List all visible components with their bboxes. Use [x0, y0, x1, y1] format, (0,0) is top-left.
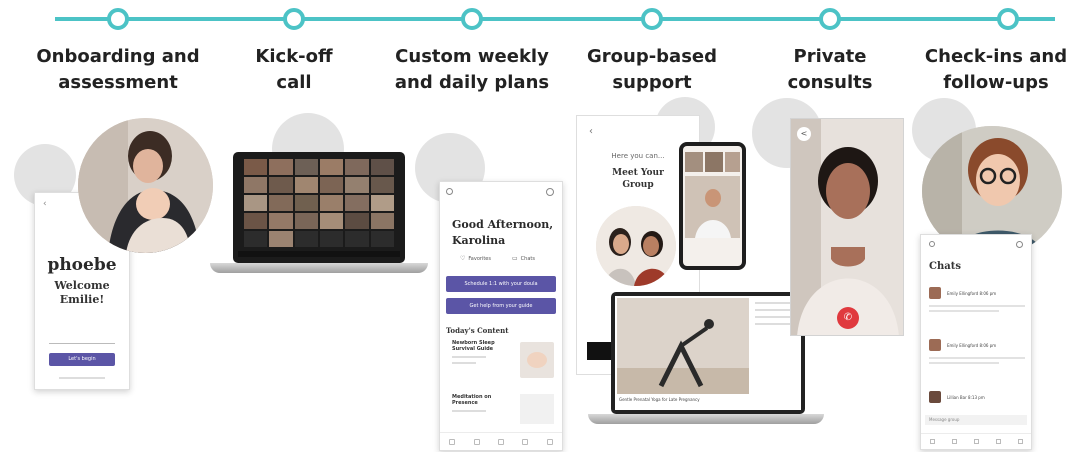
message-input[interactable]: Message group	[925, 415, 1027, 425]
search-icon[interactable]	[546, 188, 554, 196]
home-icon[interactable]	[929, 439, 935, 444]
email-field[interactable]	[49, 343, 115, 344]
baby-thumbnail	[520, 342, 554, 378]
timeline-node-2	[283, 8, 305, 30]
chat-entry[interactable]: Lillian Bar 8:13 pm	[929, 391, 1025, 403]
back-icon[interactable]: ‹	[43, 199, 47, 209]
avatar	[929, 391, 941, 403]
chats-link[interactable]: ▭ Chats	[512, 255, 535, 262]
step-label-checkins: Check-ins and follow-ups	[924, 46, 1068, 93]
laptop-base	[588, 414, 824, 424]
heart-icon: ♡	[460, 255, 466, 262]
search-icon[interactable]	[1016, 241, 1023, 248]
begin-button[interactable]: Let's begin	[49, 353, 115, 366]
yoga-laptop-screen: Gentle Prenatal Yoga for Late Pregnancy	[611, 292, 805, 414]
schedule-doula-button[interactable]: Schedule 1:1 with your doula	[446, 276, 556, 292]
video-main	[685, 176, 740, 238]
favorites-link[interactable]: ♡ Favorites	[460, 255, 491, 262]
chat-icon: ▭	[512, 255, 518, 262]
chats-title: Chats	[929, 261, 961, 272]
user-name: Emilie!	[59, 293, 105, 306]
timeline-node-1	[107, 8, 129, 30]
content-item[interactable]: Newborn Sleep Survival Guide	[452, 340, 512, 364]
step-label-consults: Private consults	[787, 46, 873, 93]
video-thumb	[685, 152, 703, 172]
back-icon[interactable]: ‹	[589, 126, 593, 137]
step-label-group: Group-based support	[586, 46, 718, 93]
section-heading: Today's Content	[446, 326, 509, 335]
timeline-node-6	[997, 8, 1019, 30]
step-label-kickoff: Kick-off call	[255, 46, 333, 93]
video-call-grid	[238, 157, 400, 249]
call-toolbar	[238, 251, 400, 257]
nav-icon[interactable]	[473, 438, 480, 445]
group-video-phone	[679, 142, 746, 270]
nav-icon[interactable]	[522, 438, 529, 445]
bottom-nav	[921, 433, 1031, 449]
step-label-plans: Custom weekly and daily plans	[394, 46, 550, 93]
chat-entry[interactable]: Emily Ellingford 8:06 pm	[929, 339, 1025, 364]
share-icon[interactable]: <	[797, 127, 811, 141]
video-call-laptop-screen	[233, 152, 405, 263]
consult-video-phone: < ✆	[790, 118, 904, 336]
nav-icon[interactable]	[497, 438, 504, 445]
timeline-node-4	[641, 8, 663, 30]
chats-phone: Chats Emily Ellingford 8:06 pm Emily Ell…	[920, 234, 1032, 450]
greeting-text: Good Afternoon,	[452, 218, 554, 231]
home-icon[interactable]	[449, 438, 456, 445]
video-caption: Gentle Prenatal Yoga for Late Pregnancy	[619, 397, 700, 402]
video-thumb	[705, 152, 723, 172]
guide-help-button[interactable]: Get help from your guide	[446, 298, 556, 314]
video-thumb	[725, 152, 740, 172]
mother-baby-photo	[78, 118, 213, 253]
timeline-line	[55, 17, 1055, 21]
end-call-button[interactable]: ✆	[837, 307, 859, 329]
nav-icon[interactable]	[951, 439, 957, 444]
profile-icon[interactable]	[446, 188, 453, 195]
welcome-text: Welcome	[54, 279, 110, 292]
bottom-nav	[440, 432, 562, 450]
avatar	[929, 339, 941, 351]
profile-icon[interactable]	[929, 241, 935, 247]
nav-icon[interactable]	[995, 439, 1001, 444]
step-label-onboarding: Onboarding and assessment	[36, 46, 200, 93]
terms-line	[59, 377, 105, 379]
timeline-node-5	[819, 8, 841, 30]
nav-icon[interactable]	[1017, 439, 1023, 444]
greeting-name: Karolina	[452, 234, 506, 247]
timeline-node-3	[461, 8, 483, 30]
content-item[interactable]: Meditation on Presence	[452, 394, 512, 412]
meditation-thumbnail	[520, 394, 554, 424]
group-members-photo	[596, 206, 676, 286]
avatar	[929, 287, 941, 299]
yoga-video[interactable]	[617, 298, 749, 394]
chat-entry[interactable]: Emily Ellingford 8:06 pm	[929, 287, 1025, 312]
nav-icon[interactable]	[546, 438, 553, 445]
app-logo: phoebe	[47, 255, 117, 275]
plans-phone: Good Afternoon, Karolina ♡ Favorites ▭ Cha…	[439, 181, 563, 451]
nav-icon[interactable]	[973, 439, 979, 444]
laptop-base	[210, 263, 428, 273]
